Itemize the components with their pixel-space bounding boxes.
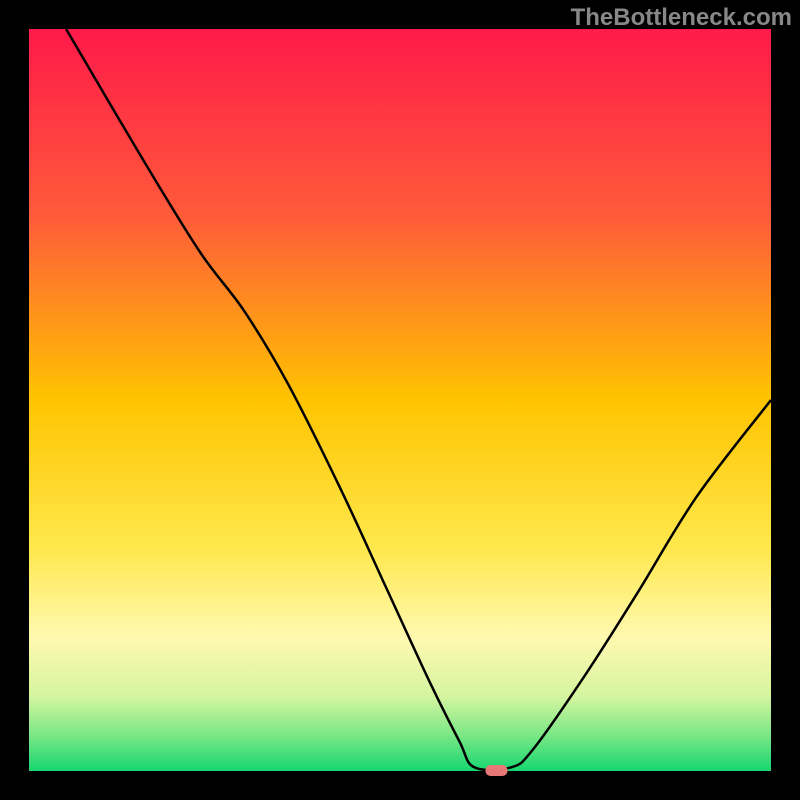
frame-right <box>771 0 800 800</box>
plot-area <box>29 29 771 771</box>
bottleneck-chart: TheBottleneck.com <box>0 0 800 800</box>
frame-left <box>0 0 29 800</box>
optimal-marker <box>485 765 507 776</box>
chart-svg <box>0 0 800 800</box>
watermark-text: TheBottleneck.com <box>571 4 792 32</box>
frame-bottom <box>0 771 800 800</box>
